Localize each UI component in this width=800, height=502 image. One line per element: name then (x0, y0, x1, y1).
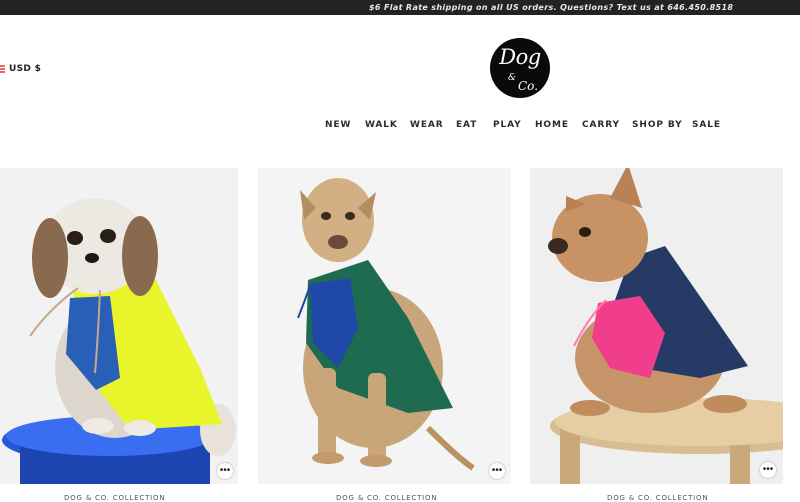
product-card[interactable]: ••• (530, 168, 783, 484)
ellipsis-icon: ••• (491, 465, 503, 476)
more-options-button[interactable]: ••• (489, 463, 505, 479)
nav-item-walk[interactable]: WALK (365, 120, 398, 130)
product-card[interactable]: ••• (258, 168, 511, 484)
more-options-button[interactable]: ••• (760, 462, 776, 478)
product-image (0, 168, 238, 484)
nav-item-new[interactable]: NEW (325, 120, 351, 130)
product-card[interactable]: ••• (0, 168, 238, 484)
product-image (258, 168, 511, 484)
us-flag-icon (0, 64, 5, 74)
product-image (530, 168, 783, 484)
nav-item-wear[interactable]: WEAR (410, 120, 444, 130)
currency-selector[interactable]: USD $ (0, 62, 41, 76)
nav-item-sale[interactable]: SALE (692, 120, 721, 130)
nav-item-play[interactable]: PLAY (493, 120, 522, 130)
logo-co: Co. (518, 79, 539, 93)
announcement-bar: $6 Flat Rate shipping on all US orders. … (0, 0, 800, 15)
nav-item-shop-by[interactable]: SHOP BY (632, 120, 683, 130)
logo-text: Dog (499, 45, 541, 69)
nav-item-home[interactable]: HOME (535, 120, 569, 130)
logo-ampersand: & (508, 73, 517, 83)
ellipsis-icon: ••• (219, 465, 231, 476)
announcement-text: $6 Flat Rate shipping on all US orders. … (369, 3, 734, 12)
product-collection-label: DOG & CO. COLLECTION (336, 494, 438, 502)
store-logo[interactable]: Dog & Co. (490, 38, 550, 98)
more-options-button[interactable]: ••• (217, 463, 233, 479)
nav-item-eat[interactable]: EAT (456, 120, 477, 130)
ellipsis-icon: ••• (762, 464, 774, 475)
main-nav: NEW WALK WEAR EAT PLAY HOME CARRY SHOP B… (0, 120, 800, 134)
product-collection-label: DOG & CO. COLLECTION (607, 494, 709, 502)
currency-label: USD $ (9, 64, 42, 74)
product-collection-label: DOG & CO. COLLECTION (64, 494, 166, 502)
nav-item-carry[interactable]: CARRY (582, 120, 620, 130)
